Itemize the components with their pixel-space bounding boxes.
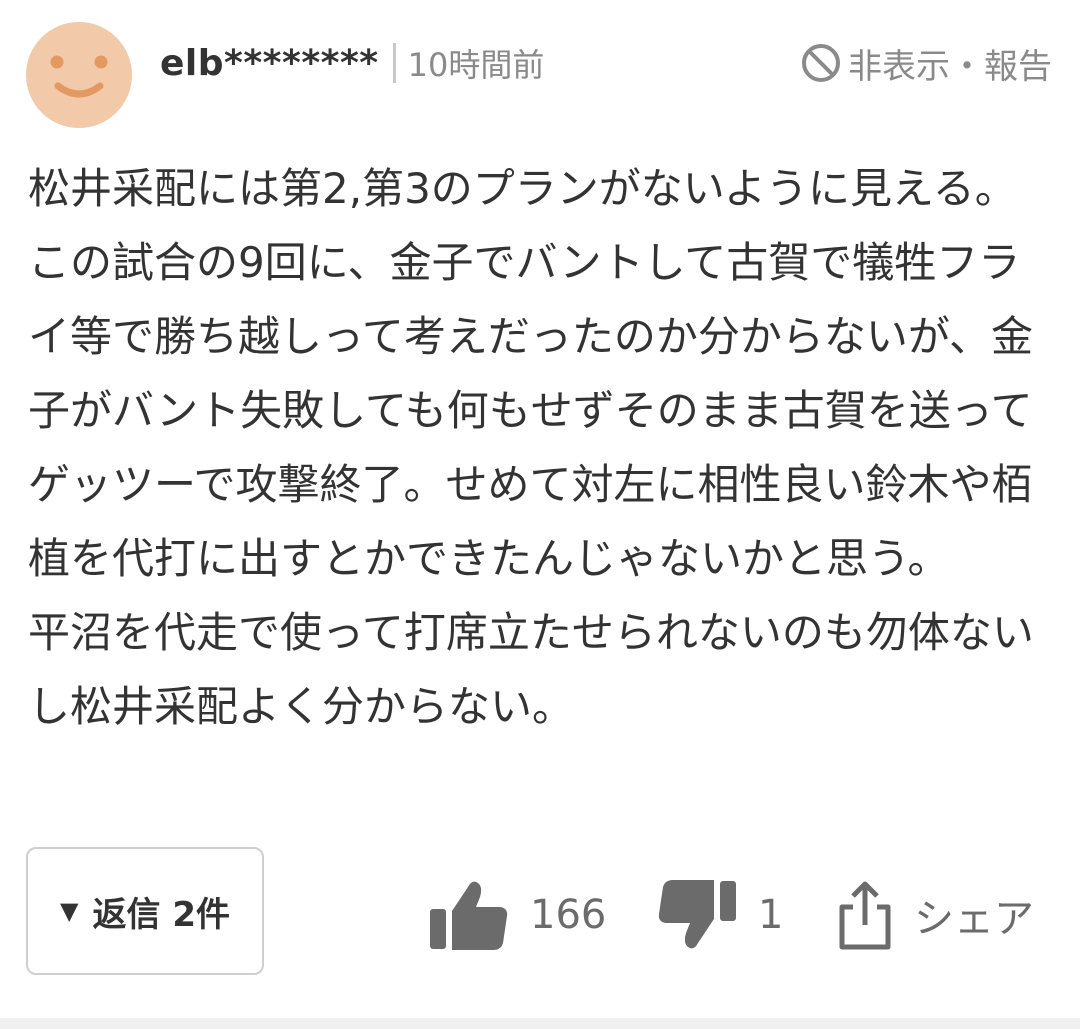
comment-meta: elb******** 10時間前: [160, 36, 544, 90]
smiley-face-icon: [50, 55, 108, 98]
replies-button[interactable]: ▼ 返信 2件: [26, 847, 264, 975]
thumbs-up-icon: [430, 881, 508, 950]
replies-label: 返信 2件: [92, 894, 230, 935]
like-count: 166: [530, 892, 607, 938]
comment-card: elb******** 10時間前 非表示・報告 松井采配には第2,第3のプラン…: [0, 0, 1080, 1029]
username[interactable]: elb********: [160, 43, 379, 84]
share-icon: [839, 881, 891, 950]
timestamp: 10時間前: [407, 46, 545, 84]
share-button[interactable]: シェア: [836, 870, 1034, 960]
share-label: シェア: [914, 896, 1034, 942]
like-button[interactable]: 166: [428, 870, 606, 960]
thumbs-down-icon: [658, 880, 736, 949]
triangle-down-icon: ▼: [60, 897, 79, 925]
hide-report-button[interactable]: 非表示・報告: [800, 38, 1052, 88]
meta-divider: [392, 43, 396, 83]
dislike-button[interactable]: 1: [656, 870, 783, 960]
dislike-count: 1: [758, 892, 784, 938]
hide-report-label: 非表示・報告: [848, 46, 1052, 87]
prohibited-icon: [802, 44, 840, 82]
avatar[interactable]: [26, 22, 132, 128]
divider: [0, 1018, 1080, 1029]
comment-body: 松井采配には第2,第3のプランがないように見える。この試合の9回に、金子でバント…: [28, 164, 1034, 731]
